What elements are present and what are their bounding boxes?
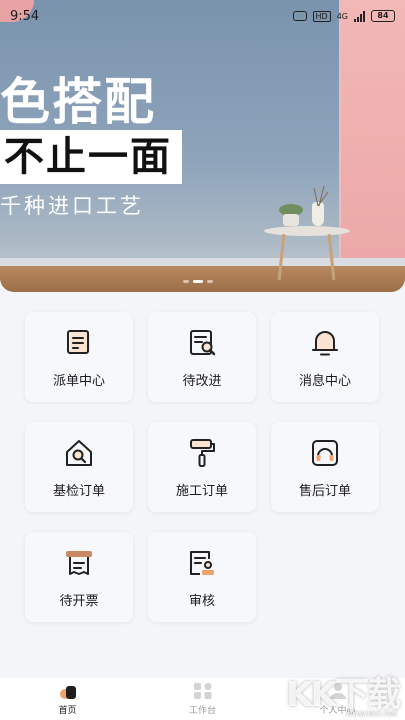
menu-item-label: 待开票 (59, 594, 99, 609)
nav-label: 首页 (58, 706, 77, 716)
pending-improvement-icon (190, 330, 216, 356)
carousel-dot[interactable] (207, 280, 213, 283)
menu-item-label: 审核 (188, 594, 215, 609)
pink-wall-decoration (341, 0, 405, 292)
vase-branches-decoration (313, 185, 329, 206)
hd-icon: HD (312, 10, 331, 22)
status-bar: 9:54 HD 4G 84 (0, 0, 405, 32)
nav-item-workbench[interactable]: 工作台 (158, 682, 248, 716)
floor-decoration (0, 266, 405, 292)
menu-item-label: 待改进 (182, 374, 222, 389)
home-icon (59, 686, 76, 699)
menu-item-label: 施工订单 (175, 484, 228, 499)
table-top-decoration (264, 226, 350, 236)
battery-icon: 84 (371, 10, 395, 22)
nav-label: 工作台 (188, 706, 216, 716)
workbench-icon (193, 682, 212, 699)
signal-icon (354, 10, 365, 22)
banner-tagline: 千种进口工艺 (0, 194, 144, 218)
banner-headline: 色搭配 (0, 73, 156, 131)
dispatch-list-icon (67, 330, 90, 354)
banner-carousel[interactable]: 色搭配 不止一面 千种进口工艺 (0, 0, 405, 292)
bell-icon (312, 331, 338, 356)
menu-item-review[interactable]: 审核 (148, 532, 256, 622)
plant-pot-decoration (283, 214, 299, 226)
carousel-indicator[interactable] (183, 280, 213, 283)
menu-item-label: 基检订单 (52, 484, 105, 499)
carousel-dot[interactable] (183, 280, 189, 283)
menu-item-dispatch-center[interactable]: 派单中心 (25, 312, 133, 402)
paint-roller-icon (190, 439, 215, 467)
menu-item-label: 售后订单 (298, 484, 351, 499)
menu-grid: 派单中心 待改进 消息中心 基检订单 施工订单 售后订单 待开票 审核 (25, 312, 381, 622)
menu-item-pending-invoice[interactable]: 待开票 (25, 532, 133, 622)
after-sales-headset-icon (312, 440, 338, 466)
review-stamp-icon (190, 551, 214, 575)
baseboard-decoration (0, 258, 405, 266)
alarm-icon (292, 11, 307, 21)
network-type-label: 4G (336, 11, 348, 21)
menu-item-label: 消息中心 (298, 374, 351, 389)
menu-item-pending-improvement[interactable]: 待改进 (148, 312, 256, 402)
banner-subline: 不止一面 (4, 134, 172, 180)
status-icons: HD 4G 84 (292, 10, 395, 22)
menu-item-construction-orders[interactable]: 施工订单 (148, 422, 256, 512)
invoice-printer-icon (66, 551, 92, 575)
site-watermark: KK下载 www.kkx.net (286, 667, 401, 718)
menu-item-label: 派单中心 (52, 374, 105, 389)
menu-item-message-center[interactable]: 消息中心 (271, 312, 379, 402)
banner-subline-box: 不止一面 (0, 130, 182, 184)
carousel-dot-active[interactable] (193, 280, 203, 283)
status-time: 9:54 (10, 8, 40, 24)
house-inspection-icon (66, 440, 92, 466)
nav-item-home[interactable]: 首页 (23, 682, 113, 716)
menu-item-after-sales-orders[interactable]: 售后订单 (271, 422, 379, 512)
watermark-url: www.kkx.net (345, 709, 397, 718)
menu-item-inspection-orders[interactable]: 基检订单 (25, 422, 133, 512)
